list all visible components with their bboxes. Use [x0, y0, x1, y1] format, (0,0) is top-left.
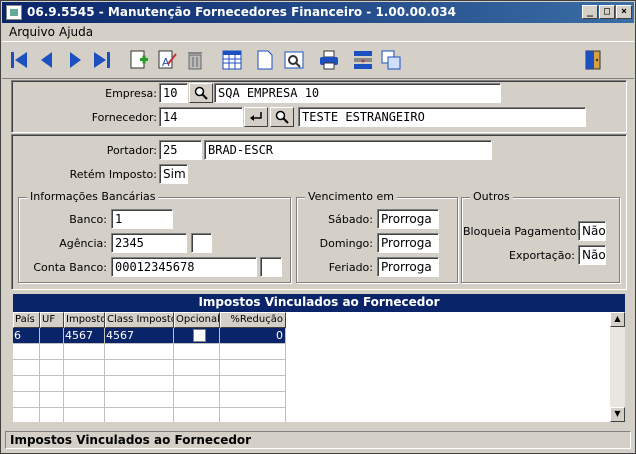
feriado-label: Feriado:	[328, 261, 373, 274]
retem-imposto-label: Retém Imposto:	[69, 168, 157, 181]
bancarias-title: Informações Bancárias	[27, 190, 159, 203]
previous-record-icon[interactable]	[34, 47, 60, 73]
document-icon[interactable]	[252, 47, 278, 73]
sabado-label: Sábado:	[328, 213, 373, 226]
column-header-class-imposto[interactable]: Class Imposto	[105, 312, 174, 328]
menu-arquivo[interactable]: Arquivo	[9, 25, 55, 39]
next-record-icon[interactable]	[62, 47, 88, 73]
window-title: 06.9.5545 - Manutenção Fornecedores Fina…	[27, 5, 456, 19]
opcional-checkbox[interactable]	[193, 329, 206, 342]
last-record-icon[interactable]	[89, 47, 115, 73]
bloqueia-pagamento-select[interactable]: Não	[578, 221, 606, 241]
vencimento-title: Vencimento em	[305, 190, 397, 203]
domingo-label: Domingo:	[319, 237, 373, 250]
table-cell-opcional[interactable]	[174, 328, 220, 344]
search-icon	[194, 86, 208, 100]
scroll-down-button[interactable]: ▼	[610, 407, 625, 422]
column-header-opcional[interactable]: Opcional	[174, 312, 220, 328]
empresa-code-input[interactable]: 10	[159, 83, 188, 103]
empresa-name-field: SQA EMPRESA 10	[214, 83, 501, 103]
domingo-select[interactable]: Prorroga	[377, 233, 439, 253]
conta-banco-input[interactable]: 00012345678	[111, 257, 257, 277]
outros-title: Outros	[470, 190, 513, 203]
fornecedor-label: Fornecedor:	[91, 111, 157, 124]
close-button[interactable]: ×	[616, 5, 632, 19]
impostos-grid: País UF Imposto Class Imposto Opcional %…	[13, 312, 610, 422]
feriado-select[interactable]: Prorroga	[377, 257, 439, 277]
menu-ajuda[interactable]: Ajuda	[59, 25, 93, 39]
sabado-select[interactable]: Prorroga	[377, 209, 439, 229]
banco-input[interactable]: 1	[111, 209, 173, 229]
exportacao-label: Exportação:	[509, 249, 575, 262]
new-record-icon[interactable]	[126, 47, 152, 73]
agencia-input[interactable]: 2345	[111, 233, 187, 253]
search-icon	[275, 110, 289, 124]
column-header-uf[interactable]: UF	[40, 312, 64, 328]
exit-door-icon[interactable]	[580, 47, 606, 73]
copy-icon[interactable]	[378, 47, 404, 73]
retem-imposto-select[interactable]: Sim	[159, 164, 188, 184]
agencia-digit-input[interactable]	[191, 233, 212, 253]
table-cell-pais[interactable]: 6	[13, 328, 40, 344]
scroll-up-button[interactable]: ▲	[610, 312, 625, 327]
conta-digit-input[interactable]	[260, 257, 282, 277]
maximize-button[interactable]: □	[599, 5, 615, 19]
column-header-pais[interactable]: País	[13, 312, 40, 328]
title-bar[interactable]: 06.9.5545 - Manutenção Fornecedores Fina…	[2, 2, 634, 23]
empresa-search-button[interactable]	[189, 83, 213, 103]
empty-grid-rows	[13, 344, 286, 422]
minimize-button[interactable]: _	[582, 5, 598, 19]
conta-banco-label: Conta Banco:	[33, 261, 107, 274]
main-window: 06.9.5545 - Manutenção Fornecedores Fina…	[0, 0, 636, 454]
fornecedor-code-input[interactable]: 14	[159, 107, 243, 127]
enter-icon	[250, 112, 262, 121]
portador-name-field: BRAD-ESCR	[204, 140, 492, 160]
status-bar: Impostos Vinculados ao Fornecedor	[5, 431, 631, 449]
table-cell-uf[interactable]	[40, 328, 64, 344]
fornecedor-enter-button[interactable]	[244, 107, 268, 127]
column-header-imposto[interactable]: Imposto	[64, 312, 105, 328]
delete-record-icon[interactable]	[182, 47, 208, 73]
exportacao-select[interactable]: Não	[578, 245, 606, 265]
grid-title: Impostos Vinculados ao Fornecedor	[13, 294, 625, 312]
bloqueia-pagamento-label: Bloqueia Pagamento:	[463, 225, 581, 238]
fornecedor-name-field: TESTE ESTRANGEIRO	[298, 107, 586, 127]
toolbar: A	[2, 41, 634, 79]
print-icon[interactable]	[316, 47, 342, 73]
export-icon[interactable]	[350, 47, 376, 73]
table-cell-class-imposto[interactable]: 4567	[105, 328, 174, 344]
grid-vertical-scrollbar[interactable]: ▲ ▼	[610, 312, 625, 422]
column-header-reducao[interactable]: %Redução	[220, 312, 286, 328]
app-icon	[6, 5, 22, 20]
edit-record-icon[interactable]: A	[154, 47, 180, 73]
empresa-label: Empresa:	[105, 87, 157, 100]
banco-label: Banco:	[69, 213, 107, 226]
portador-code-input[interactable]: 25	[159, 140, 202, 160]
fornecedor-search-button[interactable]	[270, 107, 294, 127]
table-cell-reducao[interactable]: 0	[220, 328, 286, 344]
first-record-icon[interactable]	[6, 47, 32, 73]
print-preview-icon[interactable]	[281, 47, 307, 73]
grid-view-icon[interactable]	[219, 47, 245, 73]
agencia-label: Agência:	[59, 237, 107, 250]
table-cell-imposto[interactable]: 4567	[64, 328, 105, 344]
menu-bar: Arquivo Ajuda	[2, 23, 634, 41]
portador-label: Portador:	[106, 144, 157, 157]
